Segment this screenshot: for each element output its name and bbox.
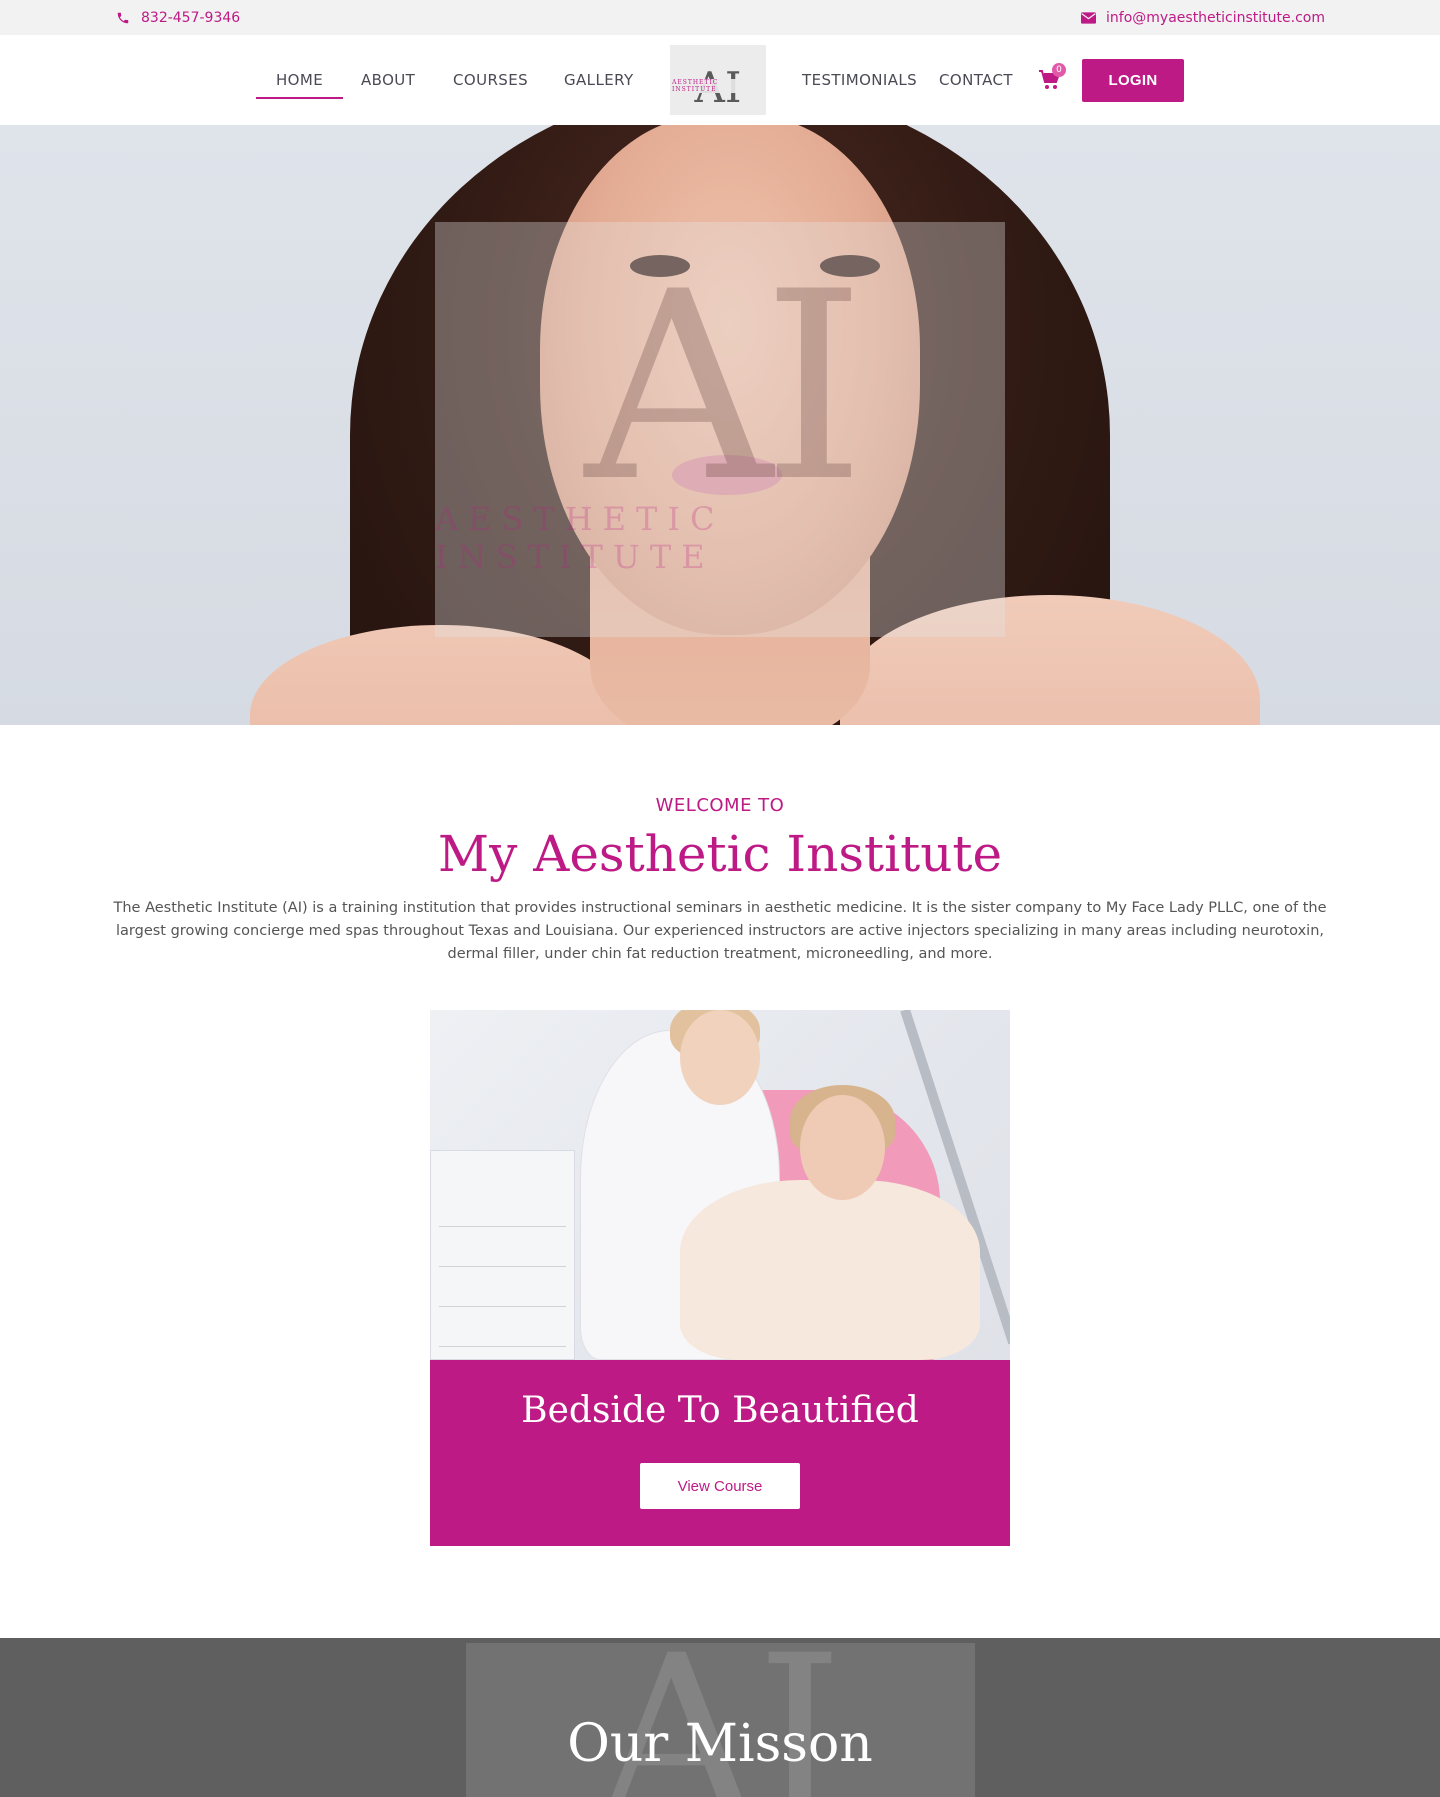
phone-number[interactable]: 832-457-9346 (141, 10, 240, 26)
welcome-description: The Aesthetic Institute (AI) is a traini… (113, 900, 1327, 962)
course-card: Bedside To Beautified View Course (430, 1010, 1010, 1546)
main-nav: HOME ABOUT COURSES GALLERY TESTIMONIALS … (0, 35, 1440, 125)
mission-title: Our Misson (567, 1714, 873, 1774)
nav-home[interactable]: HOME (255, 71, 344, 99)
watermark-text: AESTHETIC INSTITUTE (435, 499, 725, 576)
welcome-title: My Aesthetic Institute (437, 825, 1003, 883)
course-image-doctor-head (680, 1010, 760, 1105)
phone-contact[interactable]: 832-457-9346 (115, 10, 240, 26)
course-image-cabinet (430, 1150, 575, 1360)
nav-contact[interactable]: CONTACT (939, 71, 1013, 89)
site-logo[interactable]: AI AESTHETIC INSTITUTE (670, 45, 766, 115)
view-course-button[interactable]: View Course (640, 1463, 800, 1509)
nav-courses[interactable]: COURSES (453, 71, 528, 89)
phone-icon (115, 10, 131, 26)
email-contact[interactable]: info@myaestheticinstitute.com (1080, 10, 1325, 26)
hero-banner: AI AESTHETIC INSTITUTE (0, 125, 1440, 725)
nav-about[interactable]: ABOUT (361, 71, 415, 89)
course-image (430, 1010, 1010, 1360)
email-address[interactable]: info@myaestheticinstitute.com (1106, 10, 1325, 26)
nav-testimonials[interactable]: TESTIMONIALS (802, 71, 917, 89)
mission-section: AI Our Misson (0, 1638, 1440, 1797)
cart-count-badge: 0 (1052, 63, 1066, 77)
login-button[interactable]: LOGIN (1082, 59, 1184, 102)
site-header: HOME ABOUT COURSES GALLERY TESTIMONIALS … (0, 35, 1440, 125)
course-card-body: Bedside To Beautified View Course (430, 1360, 1010, 1546)
course-image-patient (680, 1180, 980, 1360)
top-bar: 832-457-9346 info@myaestheticinstitute.c… (0, 0, 1440, 35)
course-image-patient-head (800, 1095, 885, 1200)
mail-icon (1080, 10, 1096, 26)
hero-logo-watermark: AI AESTHETIC INSTITUTE (435, 222, 1005, 637)
logo-text: AESTHETIC INSTITUTE (670, 79, 766, 93)
welcome-kicker: WELCOME TO (655, 795, 785, 816)
course-title: Bedside To Beautified (521, 1390, 919, 1431)
watermark-mark: AI (584, 236, 865, 539)
nav-gallery[interactable]: GALLERY (564, 71, 634, 89)
